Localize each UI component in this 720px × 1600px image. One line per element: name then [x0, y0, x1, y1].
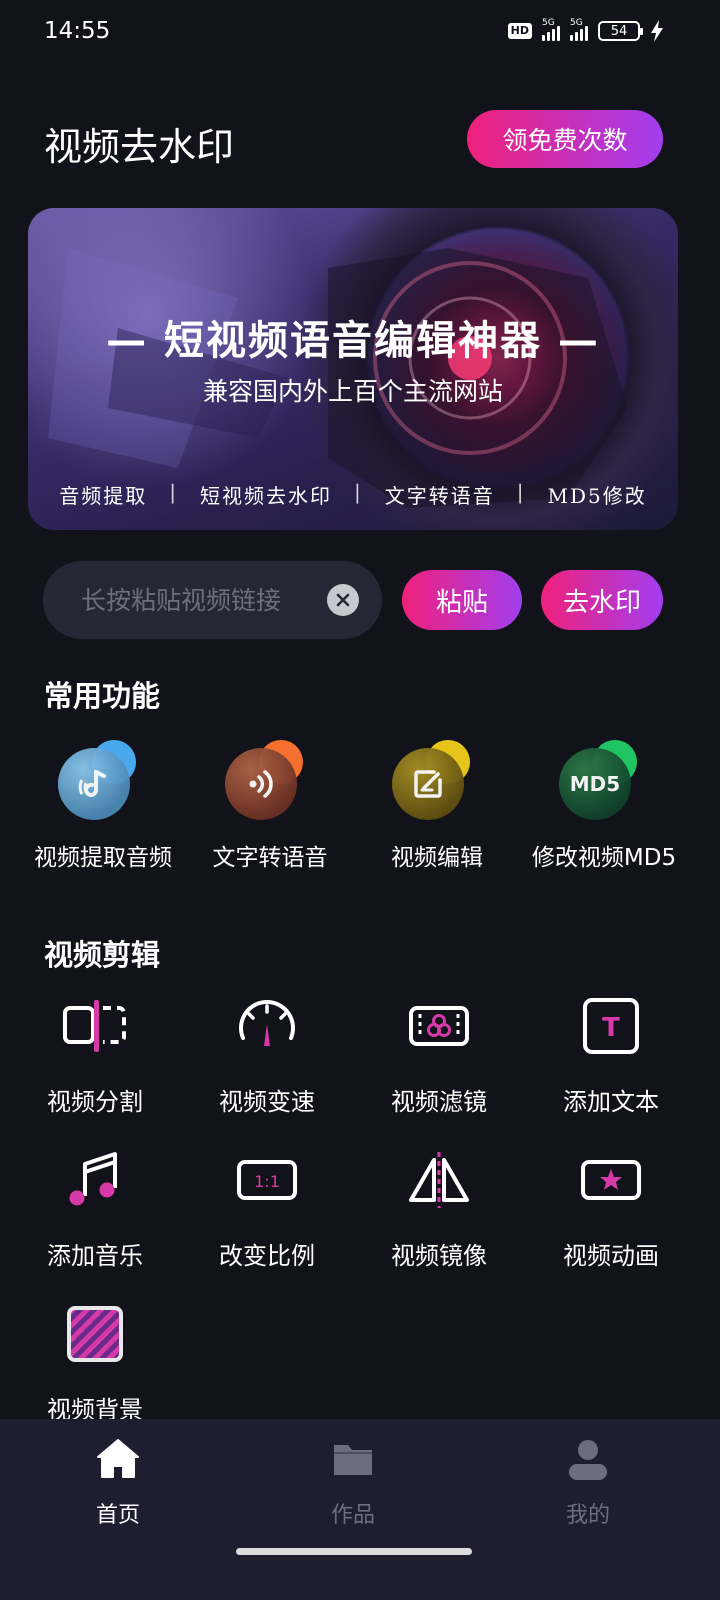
page-title: 视频去水印 [44, 125, 235, 169]
video-speed-item[interactable]: 视频变速 [181, 994, 353, 1117]
ratio-icon: 1:1 [237, 1160, 297, 1200]
folder-icon [334, 1445, 372, 1475]
promo-banner[interactable]: — 短视频语音编辑神器 — 兼容国内外上百个主流网站 音频提取 | 短视频去水印… [28, 208, 678, 530]
banner-tag: 短视频去水印 [200, 484, 332, 508]
video-split-item[interactable]: 视频分割 [9, 994, 181, 1117]
battery-icon: 54 [598, 21, 643, 41]
home-indicator[interactable] [236, 1548, 472, 1555]
func-label: 视频提取音频 [34, 845, 172, 871]
speed-icon [239, 1000, 295, 1046]
banner-separator: | [169, 480, 178, 504]
clear-icon[interactable] [327, 584, 359, 616]
tool-label: 改变比例 [219, 1242, 315, 1270]
video-mirror-item[interactable]: 视频镜像 [353, 1148, 525, 1271]
remove-watermark-button[interactable]: 去水印 [541, 570, 663, 630]
background-icon [67, 1306, 123, 1362]
add-text-item[interactable]: T 添加文本 [525, 994, 697, 1117]
tool-label: 视频镜像 [391, 1242, 487, 1270]
banner-tags: 音频提取 | 短视频去水印 | 文字转语音 | MD5修改 [28, 480, 678, 509]
tool-label: 添加文本 [563, 1088, 659, 1116]
home-icon [97, 1439, 139, 1478]
status-time: 14:55 [44, 18, 111, 44]
split-icon [63, 1000, 126, 1052]
banner-title: — 短视频语音编辑神器 — [106, 318, 600, 364]
tool-label: 视频变速 [219, 1088, 315, 1116]
hd-voice-icon: HD [507, 23, 532, 39]
nav-label: 我的 [565, 1503, 610, 1528]
common-functions-title: 常用功能 [44, 679, 161, 713]
free-credits-button[interactable]: 领免费次数 [467, 110, 663, 168]
nav-works[interactable]: 作品 [283, 1437, 423, 1529]
add-music-item[interactable]: 添加音乐 [9, 1148, 181, 1271]
animation-icon [581, 1160, 641, 1200]
text-to-speech-item[interactable]: 文字转语音 [180, 740, 360, 872]
extract-audio-item[interactable]: 视频提取音频 [13, 740, 193, 872]
func-label: 文字转语音 [212, 845, 328, 871]
tool-label: 视频分割 [47, 1088, 143, 1116]
url-input[interactable] [81, 561, 331, 639]
banner-tag: MD5修改 [547, 484, 647, 508]
nav-mine[interactable]: 我的 [518, 1437, 658, 1529]
edit-icon [392, 740, 482, 830]
profile-icon [569, 1440, 607, 1480]
md5-icon: MD5 [559, 740, 649, 830]
func-label: 修改视频MD5 [531, 845, 677, 871]
tool-label: 添加音乐 [47, 1242, 143, 1270]
banner-tag: 文字转语音 [384, 484, 495, 508]
banner-subtitle: 兼容国内外上百个主流网站 [202, 377, 503, 406]
video-background-item[interactable]: 视频背景 [9, 1302, 181, 1425]
banner-tag: 音频提取 [59, 484, 148, 508]
banner-separator: | [354, 480, 363, 504]
signal-icon-2: 5G [570, 18, 588, 41]
change-ratio-item[interactable]: 1:1 改变比例 [181, 1148, 353, 1271]
video-animation-item[interactable]: 视频动画 [525, 1148, 697, 1271]
paste-button[interactable]: 粘贴 [402, 570, 522, 630]
music-icon [69, 1152, 117, 1206]
func-label: 视频编辑 [391, 845, 483, 871]
signal-icon: 5G [542, 18, 560, 41]
nav-label: 首页 [95, 1503, 140, 1528]
sound-wave-icon [225, 740, 315, 830]
video-filter-item[interactable]: 视频滤镜 [353, 994, 525, 1117]
tool-label: 视频动画 [563, 1242, 659, 1270]
filter-icon [409, 1006, 469, 1046]
nav-label: 作品 [330, 1503, 375, 1528]
mirror-icon [409, 1152, 469, 1208]
video-edit-item[interactable]: 视频编辑 [347, 740, 527, 872]
nav-home[interactable]: 首页 [48, 1437, 188, 1529]
status-icons: HD 5G 5G 54 [507, 18, 664, 42]
tool-label: 视频滤镜 [391, 1088, 487, 1116]
modify-md5-item[interactable]: MD5 修改视频MD5 [514, 740, 694, 872]
charging-icon [651, 20, 663, 42]
svg-text:1:1: 1:1 [254, 1172, 280, 1191]
banner-separator: | [516, 480, 526, 504]
text-icon: T [583, 998, 639, 1054]
svg-text:T: T [602, 1013, 620, 1043]
status-bar: 14:55 HD 5G 5G 54 [0, 0, 720, 64]
video-editing-title: 视频剪辑 [44, 938, 161, 972]
music-note-icon [58, 740, 148, 830]
bottom-nav: 首页 作品 我的 [0, 1419, 720, 1600]
